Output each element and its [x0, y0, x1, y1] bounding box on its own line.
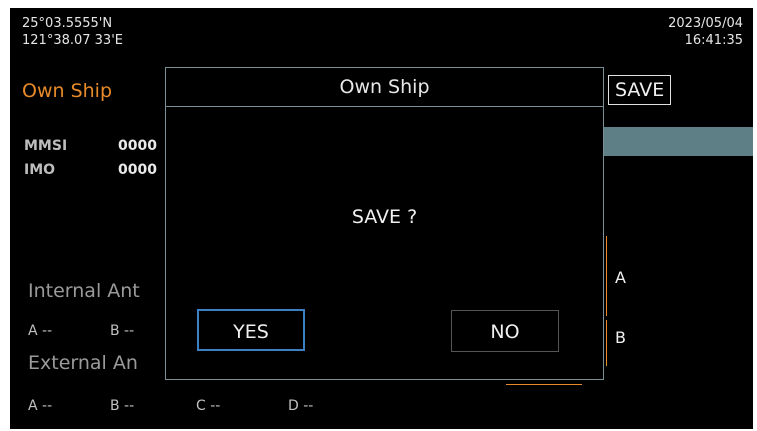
- save-confirm-dialog: Own Ship SAVE ? YES NO: [165, 67, 604, 380]
- dimension-bracket-b: [606, 320, 607, 366]
- internal-antenna-a: A --: [28, 323, 53, 339]
- diagram-label-b: B: [615, 328, 626, 347]
- latitude-readout: 25°03.5555'N: [22, 16, 113, 31]
- imo-label: IMO: [24, 162, 56, 178]
- time-readout: 16:41:35: [684, 33, 743, 48]
- longitude-readout: 121°38.07 33'E: [22, 33, 123, 48]
- external-antenna-d: D --: [288, 398, 314, 414]
- internal-antenna-b: B --: [110, 323, 135, 339]
- date-readout: 2023/05/04: [668, 16, 743, 31]
- internal-antenna-title: Internal Ant: [28, 280, 140, 302]
- dimension-bracket-bottom: [506, 384, 582, 385]
- mmsi-label: MMSI: [24, 138, 68, 154]
- external-antenna-b: B --: [110, 398, 135, 414]
- save-button[interactable]: SAVE: [608, 75, 672, 105]
- mmsi-value[interactable]: 0000: [118, 138, 157, 154]
- no-button[interactable]: NO: [451, 310, 559, 352]
- yes-button[interactable]: YES: [197, 309, 305, 351]
- external-antenna-a: A --: [28, 398, 53, 414]
- external-antenna-title: External An: [28, 352, 138, 374]
- dialog-message: SAVE ?: [351, 206, 418, 228]
- device-screen: 25°03.5555'N 121°38.07 33'E 2023/05/04 1…: [10, 8, 753, 429]
- highlight-bar: [602, 127, 753, 156]
- page-title: Own Ship: [22, 80, 113, 102]
- dimension-bracket-a: [606, 236, 607, 316]
- imo-value[interactable]: 0000: [118, 162, 157, 178]
- diagram-label-a: A: [615, 268, 626, 287]
- external-antenna-c: C --: [196, 398, 221, 414]
- dialog-title: Own Ship: [166, 68, 603, 107]
